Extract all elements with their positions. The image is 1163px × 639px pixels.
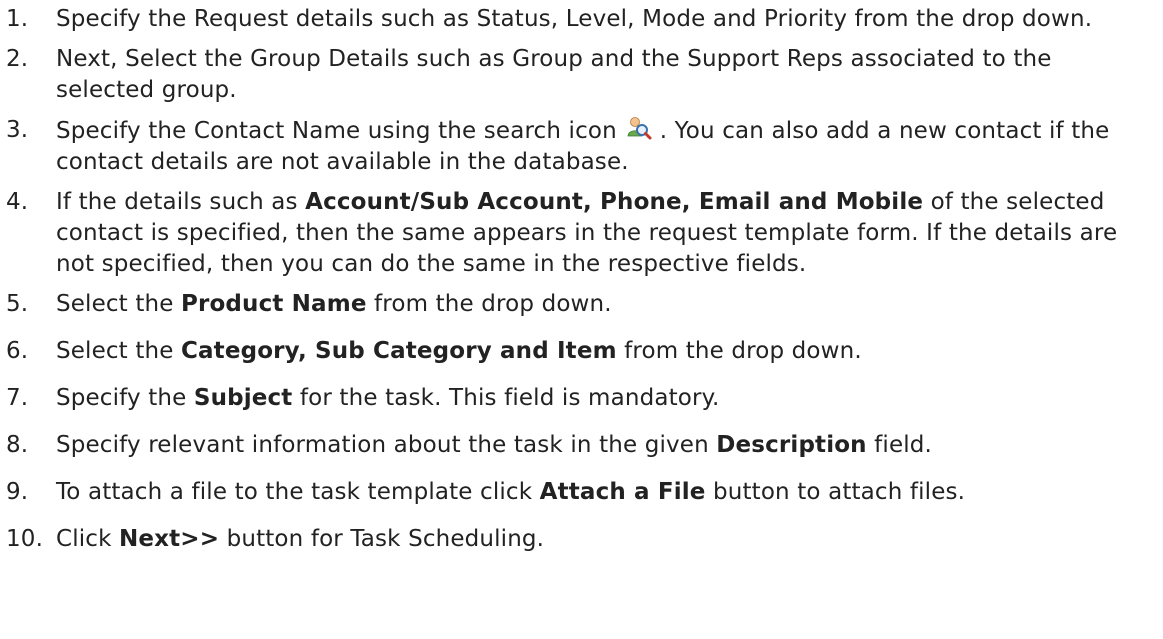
step-2: 2. Next, Select the Group Details such a… (0, 44, 1163, 106)
step-text-post: button for Task Scheduling. (219, 526, 545, 552)
step-10: 10. Click Next>> button for Task Schedul… (0, 524, 1163, 555)
step-text: Next, Select the Group Details such as G… (56, 46, 1052, 103)
step-9: 9. To attach a file to the task template… (0, 477, 1163, 508)
step-text-pre: Specify relevant information about the t… (56, 432, 717, 458)
step-text-pre: To attach a file to the task template cl… (56, 479, 540, 505)
step-number: 4. (6, 189, 29, 215)
step-text-pre: If the details such as (56, 189, 306, 215)
step-6: 6. Select the Category, Sub Category and… (0, 336, 1163, 367)
step-7: 7. Specify the Subject for the task. Thi… (0, 383, 1163, 414)
step-number: 1. (6, 6, 29, 32)
step-number: 10. (6, 526, 44, 552)
step-text-bold: Account/Sub Account, Phone, Email and Mo… (305, 189, 924, 215)
instruction-steps-list: 1. Specify the Request details such as S… (0, 4, 1163, 555)
step-8: 8. Specify relevant information about th… (0, 430, 1163, 461)
step-number: 2. (6, 46, 29, 72)
step-4: 4. If the details such as Account/Sub Ac… (0, 187, 1163, 280)
step-text-bold: Subject (193, 385, 293, 411)
step-number: 8. (6, 432, 29, 458)
step-text-post: for the task. This field is mandatory. (292, 385, 720, 411)
step-1: 1. Specify the Request details such as S… (0, 4, 1163, 35)
step-text-post: button to attach files. (705, 479, 966, 505)
step-text-bold: Attach a File (539, 479, 706, 505)
step-5: 5. Select the Product Name from the drop… (0, 289, 1163, 320)
step-text-bold: Category, Sub Category and Item (180, 338, 617, 364)
step-text-bold: Product Name (180, 291, 367, 317)
step-3: 3. Specify the Contact Name using the se… (0, 115, 1163, 178)
step-text-post: from the drop down. (366, 291, 612, 317)
step-text-pre: Select the (56, 291, 181, 317)
step-number: 9. (6, 479, 29, 505)
step-text-pre: Select the (56, 338, 181, 364)
step-text-pre: Specify the (56, 385, 194, 411)
step-text-post: from the drop down. (616, 338, 862, 364)
step-number: 6. (6, 338, 29, 364)
step-number: 3. (6, 117, 29, 143)
step-text-bold: Next>> (119, 526, 220, 552)
step-number: 7. (6, 385, 29, 411)
step-text-post: field. (866, 432, 933, 458)
step-text-bold: Description (716, 432, 867, 458)
step-text: Specify the Request details such as Stat… (56, 6, 1093, 32)
step-text-pre: Click (56, 526, 120, 552)
step-number: 5. (6, 291, 29, 317)
search-user-icon (626, 115, 652, 141)
step-text-before-icon: Specify the Contact Name using the searc… (56, 118, 625, 144)
